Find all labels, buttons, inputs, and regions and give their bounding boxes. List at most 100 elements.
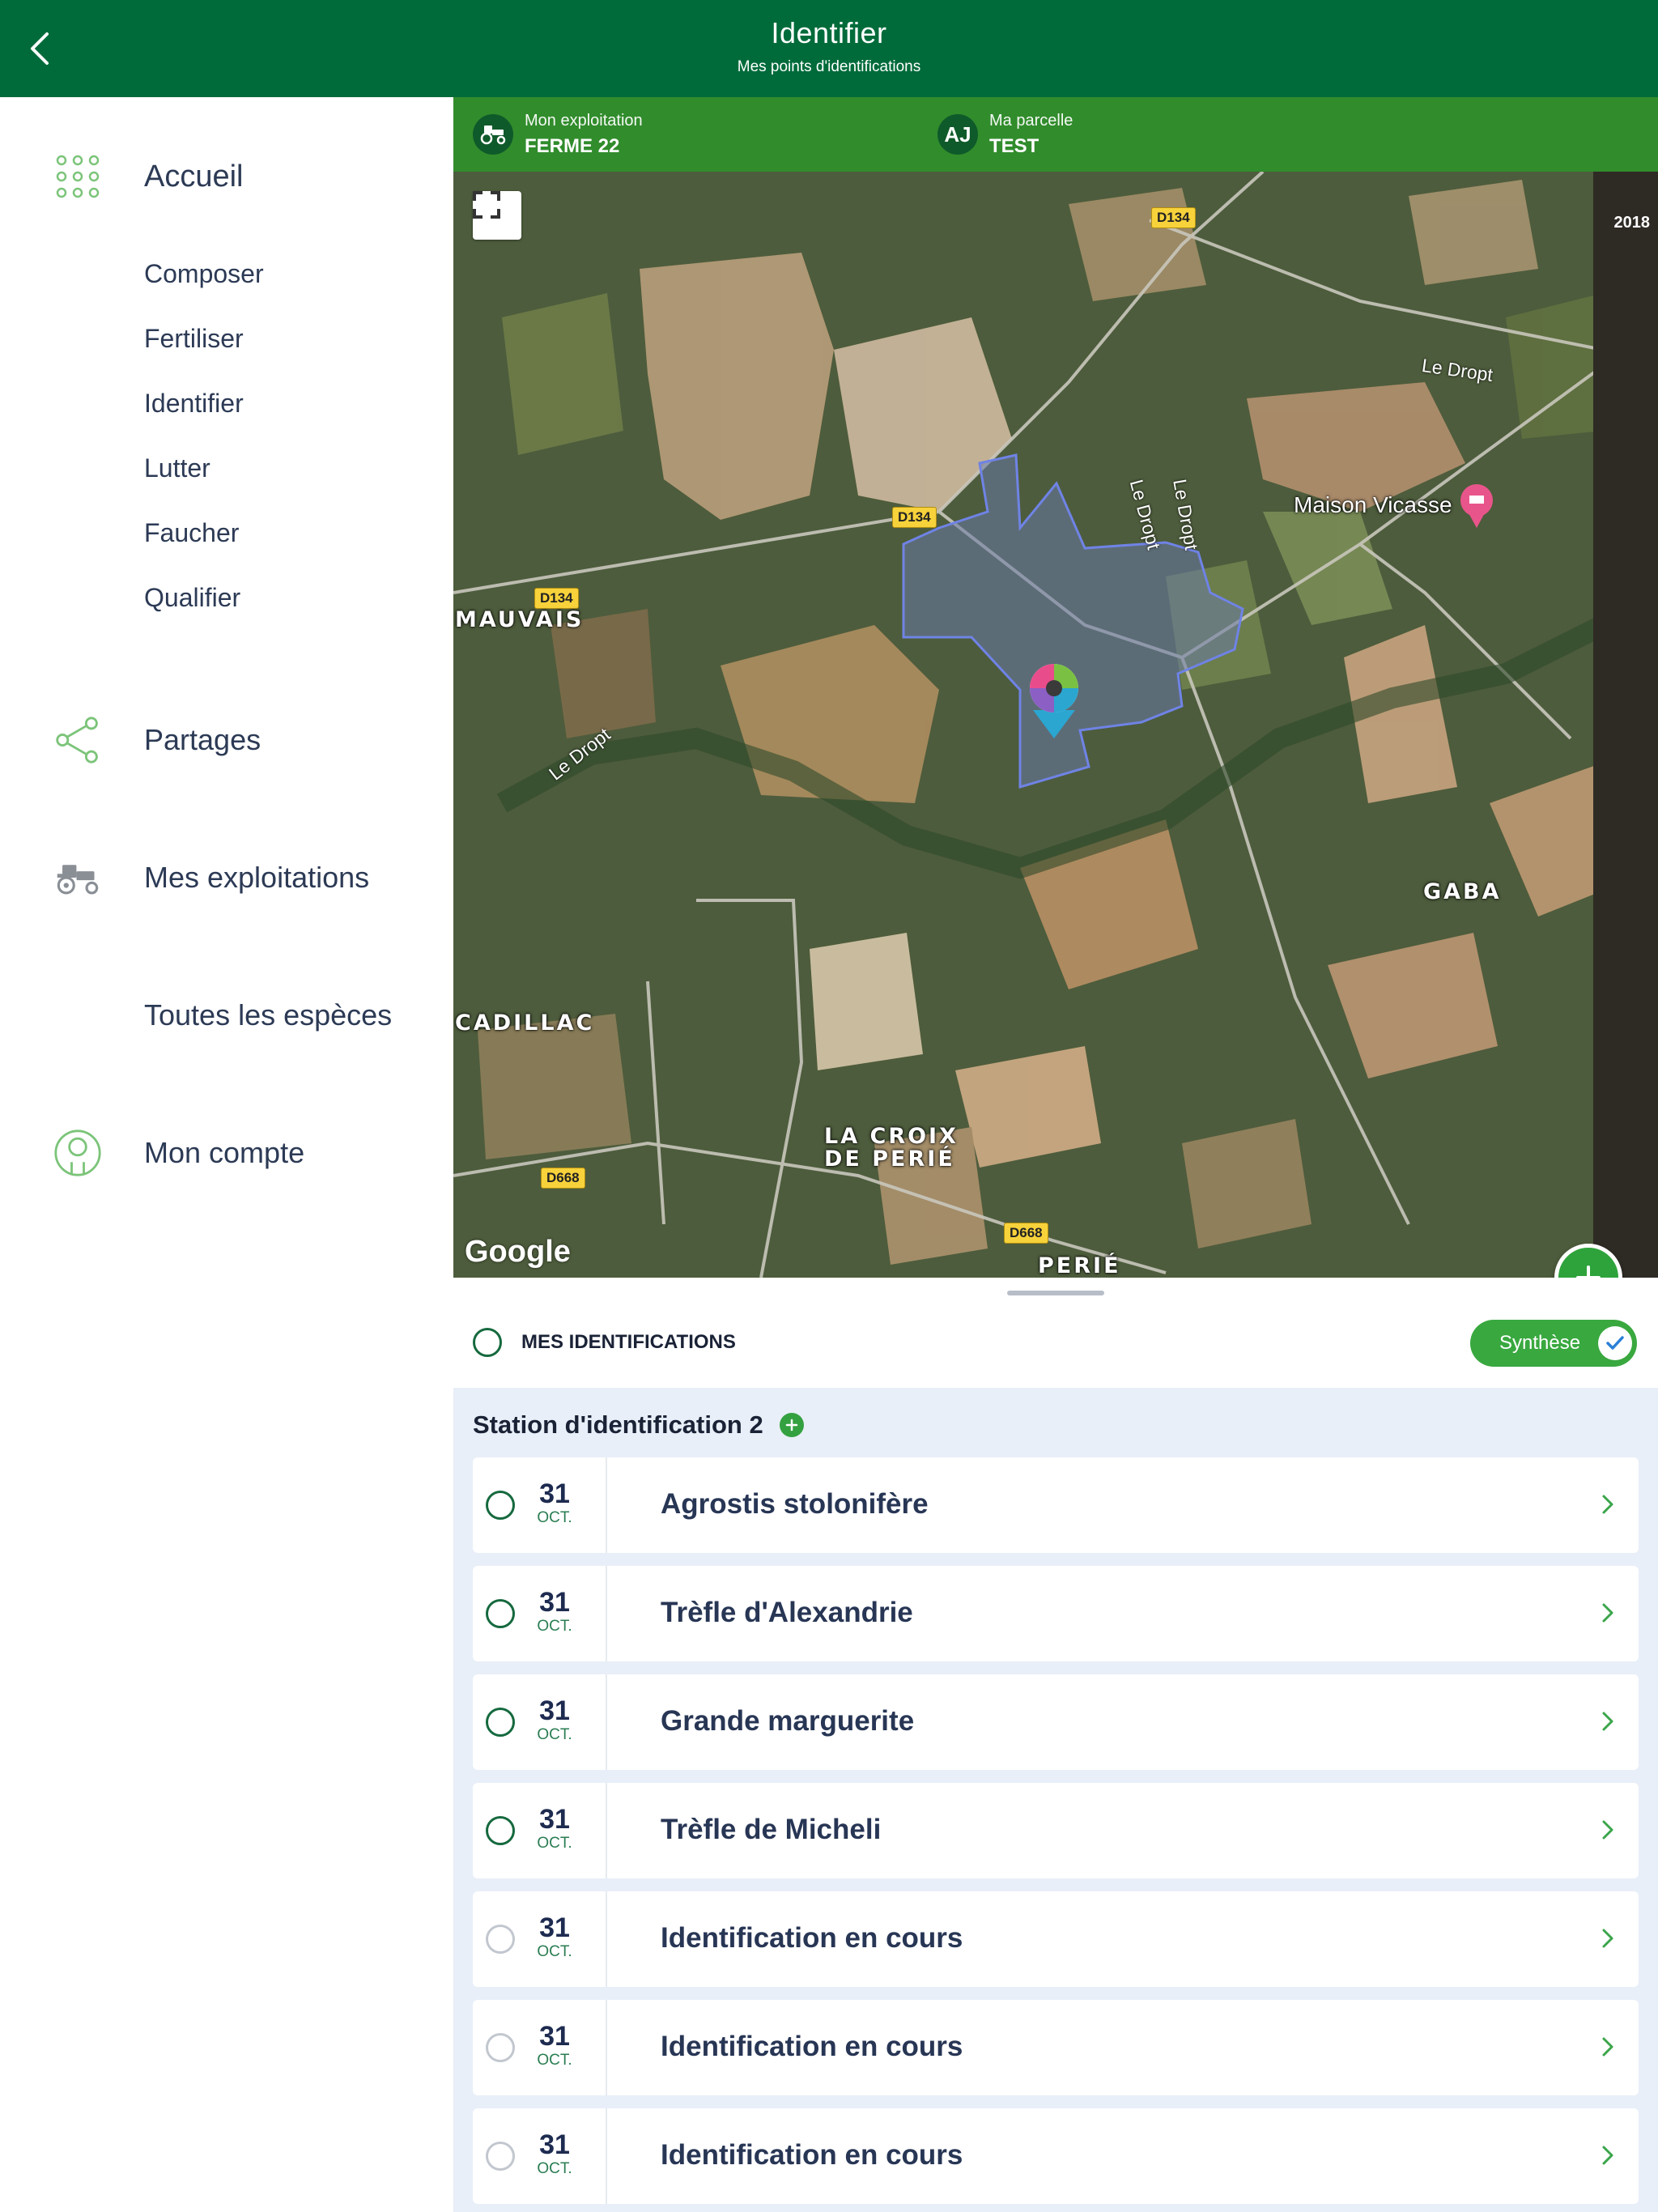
place-label: LA CROIX [824, 1124, 959, 1149]
fullscreen-button[interactable] [473, 191, 521, 240]
user-icon [53, 1129, 102, 1177]
place-label: DE PERIÉ [824, 1146, 955, 1172]
row-divider [606, 1891, 607, 1987]
chevron-right-icon [1602, 1929, 1613, 1948]
date-day: 31 [539, 1912, 570, 1943]
species-name: Grande marguerite [661, 1705, 915, 1737]
identification-row[interactable]: 31 OCT. Identification en cours [473, 2000, 1639, 2095]
sidebar-item-composer[interactable]: Composer [144, 259, 264, 289]
google-logo: Google [465, 1235, 571, 1269]
identification-row[interactable]: 31 OCT. Grande marguerite [473, 1674, 1639, 1770]
plot-name: TEST [989, 134, 1039, 157]
date-month: OCT. [537, 2160, 572, 2177]
date-day: 31 [539, 1695, 570, 1726]
road-label: D134 [534, 588, 579, 609]
year-timeline-strip[interactable]: 2018 [1593, 172, 1658, 1278]
date-block: 31 OCT. [518, 1589, 591, 1636]
sidebar-item-label: Partages [144, 723, 261, 756]
species-name: Agrostis stolonifère [661, 1488, 929, 1520]
row-divider [606, 1566, 607, 1661]
farm-name: FERME 22 [525, 134, 620, 157]
identification-row[interactable]: 31 OCT. Identification en cours [473, 1891, 1639, 1987]
satellite-map[interactable]: 2018 D134 D134 D134 D668 D668 MAUVAIS GA… [453, 172, 1658, 1278]
farm-selector[interactable]: Mon exploitation FERME 22 [473, 97, 643, 172]
date-day: 31 [539, 2129, 570, 2160]
date-block: 31 OCT. [518, 1806, 591, 1853]
road-label: D668 [541, 1168, 585, 1189]
panel-drag-handle[interactable] [1007, 1291, 1104, 1295]
species-name: Identification en cours [661, 2139, 963, 2171]
tractor-icon [473, 114, 513, 155]
place-label: CADILLAC [455, 1010, 595, 1036]
sidebar: Accueil Composer Fertiliser Identifier L… [0, 97, 453, 2212]
date-block: 31 OCT. [518, 1697, 591, 1744]
chevron-right-icon [1602, 1820, 1613, 1840]
date-month: OCT. [537, 1726, 572, 1743]
row-select-radio[interactable] [486, 1925, 515, 1954]
synthese-toggle[interactable]: Synthèse [1470, 1320, 1637, 1367]
page-title: Identifier [771, 16, 887, 49]
top-navigation-bar: Identifier Mes points d'identifications [0, 0, 1658, 97]
sidebar-item-qualifier[interactable]: Qualifier [144, 583, 240, 613]
farm-caption: Mon exploitation [525, 111, 643, 130]
sidebar-item-home[interactable]: Accueil [53, 147, 244, 206]
row-select-radio[interactable] [486, 1599, 515, 1628]
add-station-button[interactable] [779, 1413, 804, 1437]
row-select-radio[interactable] [486, 1491, 515, 1520]
place-label: GABA [1423, 879, 1502, 904]
sidebar-item-lutter[interactable]: Lutter [144, 453, 210, 483]
sidebar-item-label: Mon compte [144, 1136, 305, 1169]
chevron-right-icon [1602, 2037, 1613, 2057]
species-name: Trèfle de Micheli [661, 1814, 882, 1845]
species-name: Identification en cours [661, 1922, 963, 1954]
identification-row[interactable]: 31 OCT. Identification en cours [473, 2108, 1639, 2204]
sidebar-item-identifier[interactable]: Identifier [144, 389, 244, 419]
select-all-radio[interactable] [473, 1328, 502, 1357]
sidebar-item-label: Accueil [144, 159, 244, 194]
map-imagery [453, 172, 1658, 1278]
station-title: Station d'identification 2 [473, 1410, 763, 1439]
sidebar-item-label: Toutes les espèces [144, 998, 393, 1032]
sidebar-item-fertiliser[interactable]: Fertiliser [144, 324, 244, 354]
synthese-label: Synthèse [1499, 1332, 1581, 1354]
identification-row[interactable]: 31 OCT. Trèfle de Micheli [473, 1783, 1639, 1878]
species-name: Identification en cours [661, 2031, 963, 2062]
year-label: 2018 [1613, 214, 1651, 232]
species-name: Trèfle d'Alexandrie [661, 1597, 913, 1628]
identification-row[interactable]: 31 OCT. Agrostis stolonifère [473, 1457, 1639, 1553]
sidebar-item-label: Mes exploitations [144, 861, 370, 894]
row-select-radio[interactable] [486, 2142, 515, 2171]
identification-row[interactable]: 31 OCT. Trèfle d'Alexandrie [473, 1566, 1639, 1661]
section-title: MES IDENTIFICATIONS [521, 1331, 736, 1353]
fullscreen-icon [473, 191, 500, 219]
sidebar-item-faucher[interactable]: Faucher [144, 518, 239, 548]
plot-avatar: AJ [937, 114, 978, 155]
identifications-list: Station d'identification 2 31 OCT. Agros… [453, 1388, 1658, 2212]
chevron-right-icon [1602, 1495, 1613, 1514]
plot-selector[interactable]: AJ Ma parcelle TEST [937, 97, 1073, 172]
sidebar-item-account[interactable]: Mon compte [53, 1124, 304, 1182]
plus-icon [785, 1419, 797, 1431]
row-select-radio[interactable] [486, 1816, 515, 1845]
chevron-right-icon [1602, 2146, 1613, 2165]
road-label: D668 [1004, 1223, 1048, 1244]
page-subtitle: Mes points d'identifications [737, 58, 921, 75]
select-all-identifications[interactable]: MES IDENTIFICATIONS [473, 1328, 736, 1357]
date-month: OCT. [537, 2052, 572, 2069]
date-month: OCT. [537, 1618, 572, 1635]
chevron-right-icon [1602, 1603, 1613, 1623]
row-select-radio[interactable] [486, 2033, 515, 2062]
row-divider [606, 2000, 607, 2095]
header-title-group: Identifier Mes points d'identifications [0, 16, 1658, 76]
station-header: Station d'identification 2 [473, 1410, 804, 1440]
place-label: PERIÉ [1038, 1253, 1121, 1278]
date-month: OCT. [537, 1943, 572, 1960]
sidebar-item-farms[interactable]: Mes exploitations [53, 849, 369, 907]
date-block: 31 OCT. [518, 1914, 591, 1961]
sidebar-item-shares[interactable]: Partages [53, 711, 261, 769]
date-day: 31 [539, 1478, 570, 1509]
row-select-radio[interactable] [486, 1708, 515, 1737]
identifications-header: MES IDENTIFICATIONS Synthèse [453, 1278, 1658, 1388]
chevron-right-icon [1602, 1712, 1613, 1731]
farm-selector-bar: Mon exploitation FERME 22 AJ Ma parcelle… [453, 97, 1658, 172]
